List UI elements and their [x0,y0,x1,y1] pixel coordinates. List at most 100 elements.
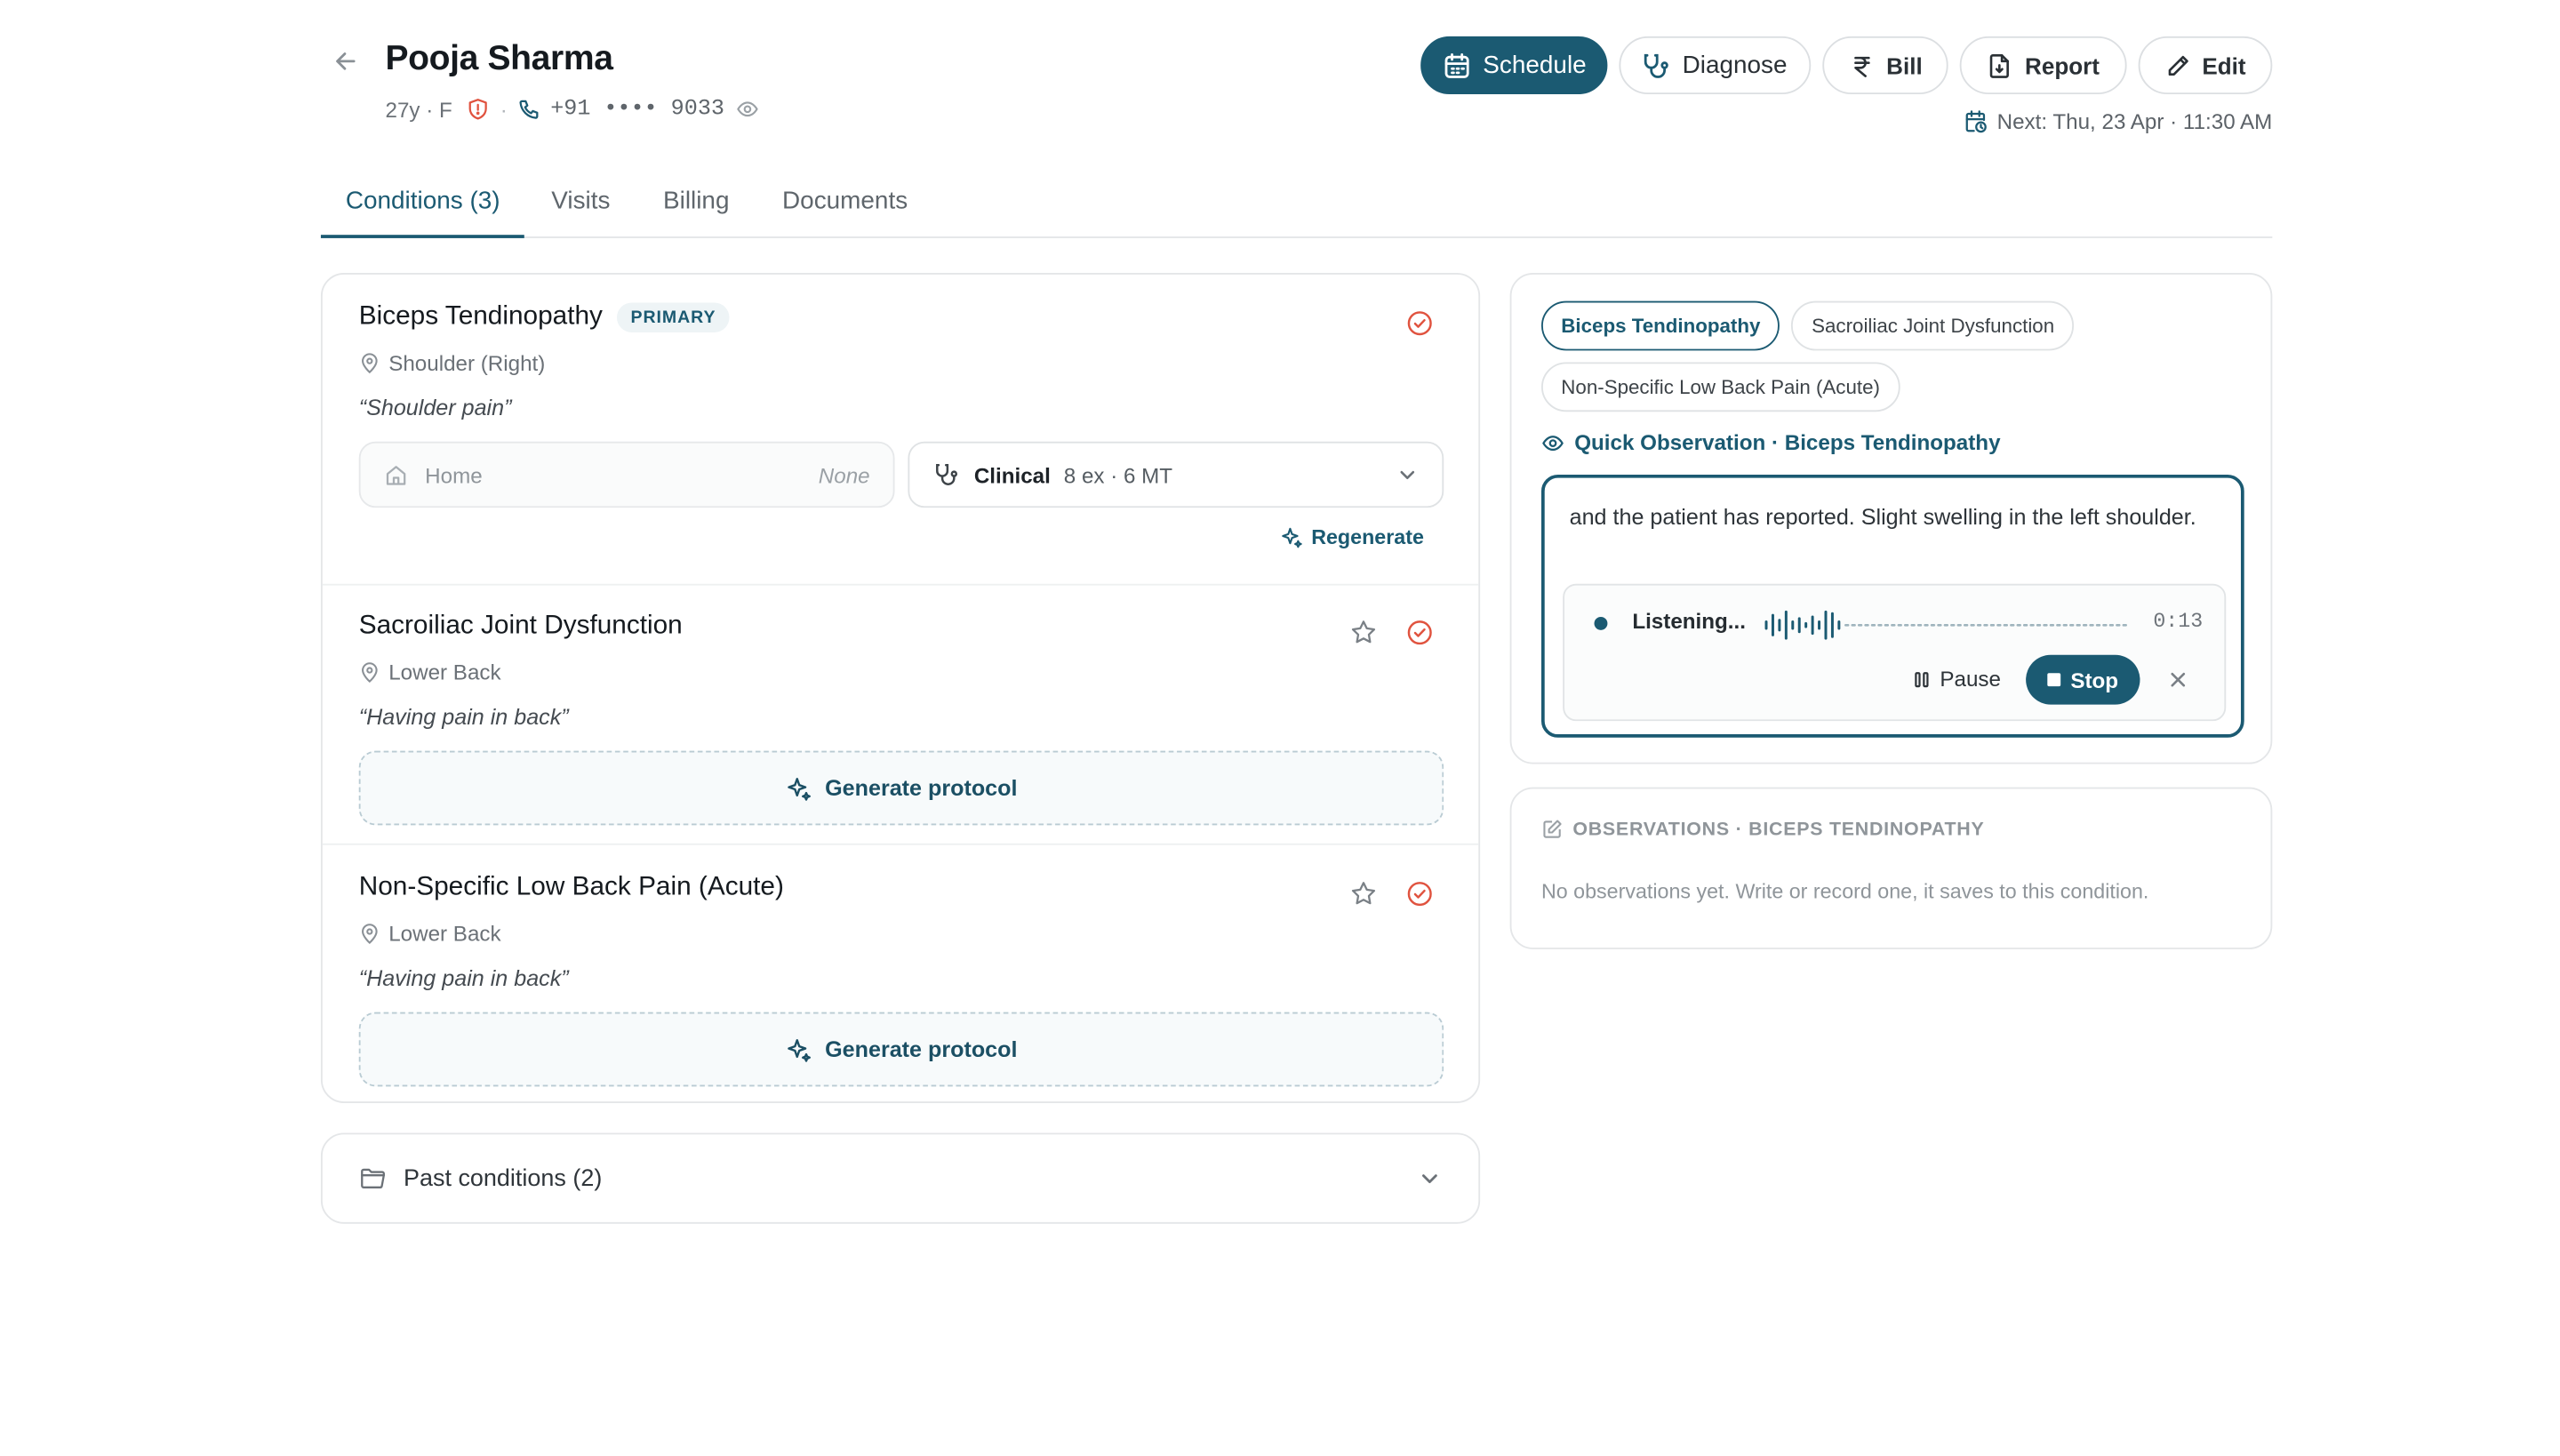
arrow-left-icon [336,52,356,70]
condition-title-row: Biceps Tendinopathy PRIMARY [359,302,730,332]
check-circle-icon [1406,310,1431,335]
phone-prefix: +91 [550,96,591,122]
stop-button[interactable]: Stop [2026,654,2140,705]
stop-icon [2047,673,2061,687]
eye-icon[interactable] [736,98,759,121]
tab-documents[interactable]: Documents [756,165,934,238]
star-icon [1350,881,1375,904]
quick-observation-label: Quick Observation · Biceps Tendinopathy [1574,429,2001,455]
condition-title: Sacroiliac Joint Dysfunction [358,612,683,641]
recording-indicator [1594,616,1608,630]
generate-protocol-button[interactable]: Generate protocol [358,750,1444,826]
bill-label: Bill [1886,52,1923,79]
resolve-button[interactable] [1403,876,1436,909]
conditions-card: Biceps Tendinopathy PRIMARY Shoulder (Ri… [320,272,1481,1103]
back-button[interactable] [327,43,364,79]
calendar-clock-icon [1964,110,1986,133]
observation-textarea[interactable]: and the patient has reported. Slight swe… [1540,474,2244,738]
condition-actions [1346,615,1435,648]
chip-sacroiliac-joint-dysfunction[interactable]: Sacroiliac Joint Dysfunction [1791,300,2075,351]
close-recorder-button[interactable] [2164,667,2191,693]
clinical-detail: 8 ex · 6 MT [1063,462,1173,487]
mark-primary-button[interactable] [1346,876,1379,909]
patient-meta: 27y · F · +91 •••• 9033 [385,94,759,124]
clinical-label: Clinical [973,462,1051,487]
map-pin-icon [362,924,378,945]
generate-protocol-label: Generate protocol [825,775,1018,801]
patient-age-sex: 27y · F [385,96,452,122]
calendar-icon [1444,52,1469,77]
home-icon [386,465,406,484]
next-appointment-text: Next: Thu, 23 Apr · 11:30 AM [1996,108,2273,134]
location-text: Shoulder (Right) [388,350,546,376]
observations-card: OBSERVATIONS · BICEPS TENDINOPATHY No ob… [1509,787,2273,949]
eye-icon [1542,435,1564,451]
condition-quote: “Having pain in back” [358,965,569,991]
report-label: Report [2025,52,2100,79]
condition-item: Biceps Tendinopathy PRIMARY Shoulder (Ri… [323,275,1478,584]
condition-title: Non-Specific Low Back Pain (Acute) [358,873,784,901]
condition-title-row: Sacroiliac Joint Dysfunction [359,612,683,641]
sparkles-icon [1282,527,1302,548]
chip-biceps-tendinopathy[interactable]: Biceps Tendinopathy [1540,300,1780,351]
observations-heading: OBSERVATIONS · BICEPS TENDINOPATHY [1541,819,1985,840]
map-pin-icon [362,662,378,684]
file-download-icon [1990,53,2010,77]
primary-badge: PRIMARY [617,302,730,332]
mark-primary-button[interactable] [1346,615,1379,648]
report-button[interactable]: Report [1960,36,2126,95]
condition-title: Biceps Tendinopathy [358,302,603,332]
condition-quote: “Shoulder pain” [358,395,512,420]
condition-title-row: Non-Specific Low Back Pain (Acute) [359,873,784,902]
pause-label: Pause [1940,666,2001,692]
stethoscope-icon [936,463,958,485]
condition-item: Sacroiliac Joint Dysfunction Lower Back … [322,583,1479,844]
clinical-protocol-dropdown[interactable]: Clinical 8 ex · 6 MT [908,441,1444,508]
sparkles-icon [787,777,811,800]
past-conditions-toggle[interactable]: Past conditions (2) [320,1132,1481,1224]
diagnose-button[interactable]: Diagnose [1619,36,1811,95]
condition-item: Non-Specific Low Back Pain (Acute) Lower… [322,843,1479,1101]
schedule-button[interactable]: Schedule [1420,36,1608,95]
generate-protocol-button[interactable]: Generate protocol [358,1012,1444,1087]
condition-location: Lower Back [359,660,501,684]
generate-protocol-label: Generate protocol [825,1036,1018,1062]
tab-conditions[interactable]: Conditions (3) [320,165,525,238]
star-icon [1350,620,1375,643]
check-circle-icon [1406,620,1431,644]
map-pin-icon [362,353,378,374]
recording-timer: 0:13 [2153,610,2204,634]
check-circle-icon [1406,881,1431,906]
observations-heading-text: OBSERVATIONS · BICEPS TENDINOPATHY [1572,819,1985,840]
edit-button[interactable]: Edit [2137,36,2273,95]
header-actions: Schedule Diagnose Bill Report Edit [1420,36,2273,95]
location-text: Lower Back [388,921,501,947]
chip-low-back-pain[interactable]: Non-Specific Low Back Pain (Acute) [1540,362,1900,412]
condition-chips: Biceps Tendinopathy Sacroiliac Joint Dys… [1540,300,2252,412]
bill-button[interactable]: Bill [1821,36,1949,95]
tab-billing[interactable]: Billing [636,165,756,238]
tab-visits[interactable]: Visits [525,165,637,238]
quick-observation-title: Quick Observation · Biceps Tendinopathy [1541,430,2001,455]
condition-actions [1403,306,1436,339]
shield-alert-icon [468,98,491,121]
patient-name: Pooja Sharma [385,39,613,78]
pause-button[interactable]: Pause [1912,667,2001,692]
observation-text[interactable]: and the patient has reported. Slight swe… [1570,498,2215,536]
condition-location: Lower Back [359,921,501,946]
condition-location: Shoulder (Right) [359,350,546,376]
chevron-down-icon [1396,463,1419,486]
home-protocol-box: Home None [358,441,895,508]
voice-recorder: Listening... 0:13 Pause Stop [1563,583,2227,722]
regenerate-button[interactable]: Regenerate [1280,526,1424,549]
resolve-button[interactable] [1403,615,1436,648]
stethoscope-icon [1644,53,1669,77]
diagnose-label: Diagnose [1682,51,1788,80]
phone-icon [517,98,540,121]
quick-observation-card: Biceps Tendinopathy Sacroiliac Joint Dys… [1509,272,2273,764]
regenerate-label: Regenerate [1311,525,1424,549]
waveform-icon [1764,610,2128,640]
phone-number: •••• 9033 [604,96,724,122]
condition-actions [1346,876,1435,909]
resolve-button[interactable] [1403,306,1436,339]
